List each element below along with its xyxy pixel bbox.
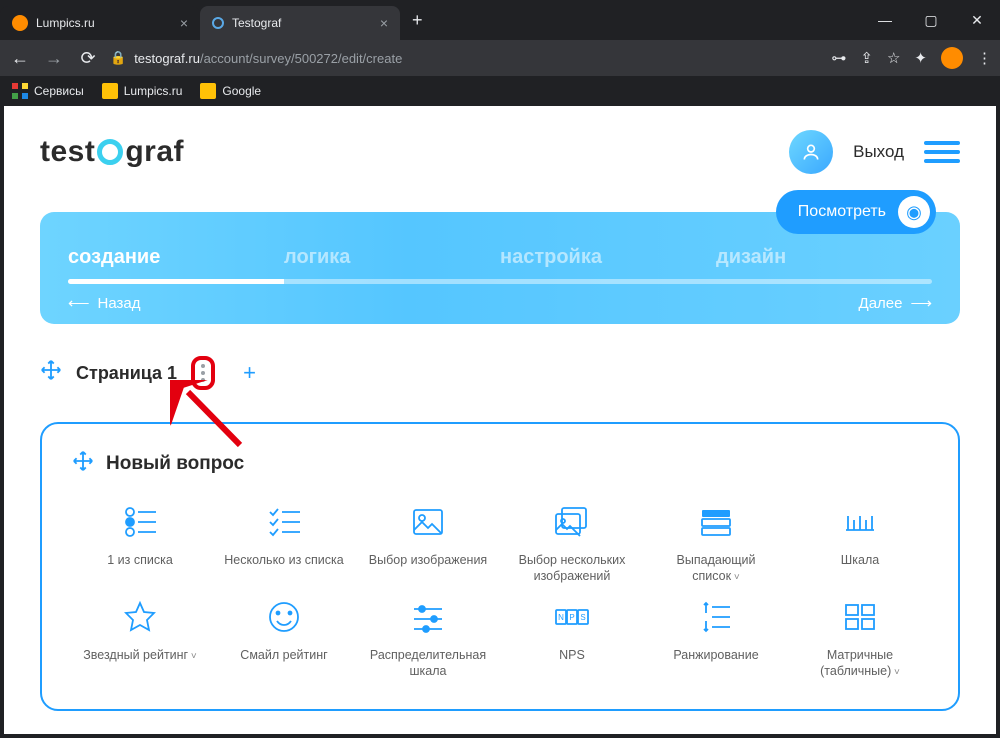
scale-icon <box>840 502 880 542</box>
folder-icon <box>102 83 118 99</box>
star-icon <box>120 597 160 637</box>
apps-icon <box>12 83 28 99</box>
smile-icon <box>264 597 304 637</box>
key-icon[interactable]: ⊶ <box>831 49 846 67</box>
url-field[interactable]: 🔒 testograf.ru/account/survey/500272/edi… <box>110 50 821 66</box>
single-choice-icon <box>120 502 160 542</box>
banner-back[interactable]: ⟵ Назад <box>68 294 141 312</box>
dropdown-icon <box>696 502 736 542</box>
step-logic[interactable]: логика <box>284 246 500 269</box>
extensions-icon[interactable]: ✦ <box>914 49 927 67</box>
tab-close-icon[interactable]: × <box>180 15 188 31</box>
qtype-smile-rating[interactable]: Смайл рейтинг <box>216 597 352 680</box>
steps-banner: Посмотреть ◉ создание логика настройка д… <box>40 212 960 324</box>
question-types-grid: 1 из списка Несколько из списка Выбор из… <box>72 502 928 679</box>
bookmarks-bar: Сервисы Lumpics.ru Google <box>0 76 1000 106</box>
svg-text:P: P <box>569 613 574 622</box>
qtype-star-rating[interactable]: Звездный рейтинг <box>72 597 208 680</box>
bookmark-apps[interactable]: Сервисы <box>12 83 84 99</box>
slider-icon <box>408 597 448 637</box>
tab-label: Testograf <box>232 16 281 30</box>
qtype-single-choice[interactable]: 1 из списка <box>72 502 208 585</box>
qtype-image-choice[interactable]: Выбор изображения <box>360 502 496 585</box>
profile-avatar[interactable] <box>941 47 963 69</box>
svg-text:S: S <box>580 613 585 622</box>
back-button[interactable]: ← <box>8 48 32 69</box>
qtype-scale[interactable]: Шкала <box>792 502 928 585</box>
new-tab-button[interactable]: + <box>400 10 435 31</box>
multi-choice-icon <box>264 502 304 542</box>
tab-lumpics[interactable]: Lumpics.ru × <box>0 6 200 40</box>
qtype-multi-choice[interactable]: Несколько из списка <box>216 502 352 585</box>
qtype-distribution[interactable]: Распределительная шкала <box>360 597 496 680</box>
profile-button[interactable] <box>789 130 833 174</box>
qtype-nps[interactable]: NPS NPS <box>504 597 640 680</box>
qtype-ranking[interactable]: Ранжирование <box>648 597 784 680</box>
user-icon <box>801 142 821 162</box>
tab-close-icon[interactable]: × <box>380 15 388 31</box>
page-title: Страница 1 <box>76 363 177 384</box>
ranking-icon <box>696 597 736 637</box>
nps-icon: NPS <box>552 597 592 637</box>
url-host: testograf.ru <box>134 51 200 66</box>
image-icon <box>408 502 448 542</box>
qtype-multi-image[interactable]: Выбор нескольких изображений <box>504 502 640 585</box>
card-title: Новый вопрос <box>106 453 244 475</box>
page-viewport: testgraf Выход Посмотреть ◉ создание лог… <box>4 106 996 734</box>
eye-icon: ◉ <box>898 196 930 228</box>
favicon-lumpics <box>12 15 28 31</box>
menu-button[interactable] <box>924 141 960 163</box>
tab-label: Lumpics.ru <box>36 16 95 30</box>
menu-icon[interactable]: ⋮ <box>977 49 992 67</box>
url-path: /account/survey/500272/edit/create <box>200 51 402 66</box>
tab-testograf[interactable]: Testograf × <box>200 6 400 40</box>
multi-image-icon <box>552 502 592 542</box>
page-content[interactable]: testgraf Выход Посмотреть ◉ создание лог… <box>4 106 996 734</box>
step-create[interactable]: создание <box>68 246 284 269</box>
folder-icon <box>200 83 216 99</box>
banner-next[interactable]: Далее ⟶ <box>859 294 932 312</box>
qtype-dropdown[interactable]: Выпадающий список <box>648 502 784 585</box>
step-design[interactable]: дизайн <box>716 246 932 269</box>
minimize-button[interactable]: — <box>862 0 908 40</box>
logo-o-icon <box>97 139 123 165</box>
star-icon[interactable]: ☆ <box>887 49 900 67</box>
share-icon[interactable]: ⇪ <box>860 49 873 67</box>
page-options-button[interactable] <box>191 356 215 390</box>
close-button[interactable]: ✕ <box>954 0 1000 40</box>
qtype-matrix[interactable]: Матричные (табличные) <box>792 597 928 680</box>
svg-text:N: N <box>558 613 564 622</box>
step-settings[interactable]: настройка <box>500 246 716 269</box>
move-icon[interactable] <box>72 450 94 478</box>
logout-link[interactable]: Выход <box>853 142 904 162</box>
bookmark-lumpics[interactable]: Lumpics.ru <box>102 83 183 99</box>
reload-button[interactable]: ⟳ <box>76 48 100 69</box>
new-question-card: Новый вопрос 1 из списка Несколько из сп… <box>40 422 960 711</box>
window-titlebar: Lumpics.ru × Testograf × + — ▢ ✕ <box>0 0 1000 40</box>
logo[interactable]: testgraf <box>40 135 184 169</box>
page-header-row: Страница 1 + <box>4 324 996 400</box>
address-bar: ← → ⟳ 🔒 testograf.ru/account/survey/5002… <box>0 40 1000 76</box>
site-header: testgraf Выход <box>4 106 996 198</box>
move-icon[interactable] <box>40 359 62 387</box>
maximize-button[interactable]: ▢ <box>908 0 954 40</box>
lock-icon: 🔒 <box>110 50 126 66</box>
progress-bar <box>68 279 932 284</box>
add-page-button[interactable]: + <box>243 360 256 386</box>
bookmark-google[interactable]: Google <box>200 83 261 99</box>
forward-button[interactable]: → <box>42 48 66 69</box>
matrix-icon <box>840 597 880 637</box>
window-controls: — ▢ ✕ <box>862 0 1000 40</box>
preview-button[interactable]: Посмотреть ◉ <box>776 190 936 234</box>
favicon-testograf <box>212 17 224 29</box>
